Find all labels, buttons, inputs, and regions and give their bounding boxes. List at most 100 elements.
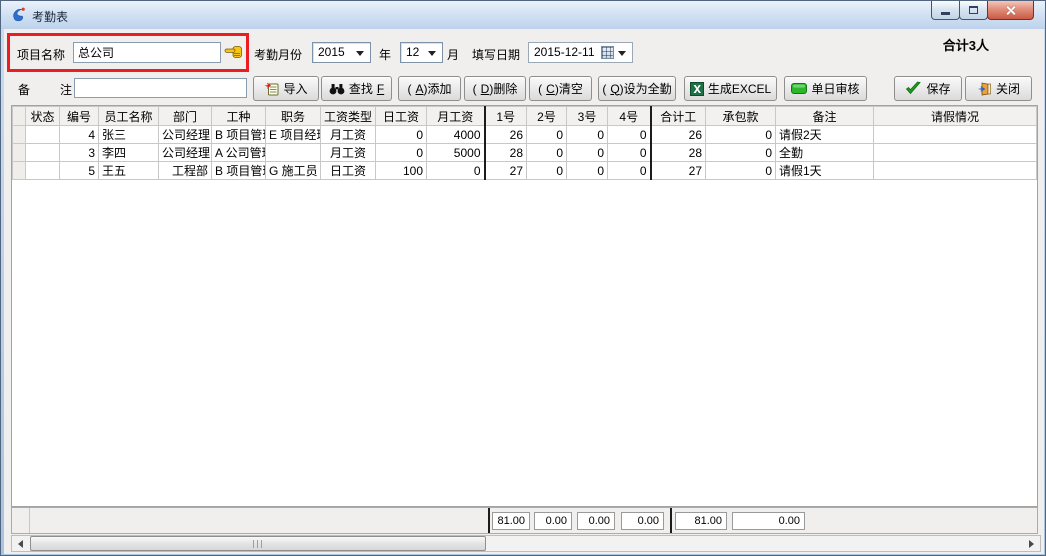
cell[interactable]: 0: [567, 126, 608, 144]
column-header[interactable]: 编号: [60, 107, 99, 126]
cell[interactable]: [26, 144, 60, 162]
cell[interactable]: 王五: [99, 162, 159, 180]
cell[interactable]: A 公司管理: [212, 144, 266, 162]
column-header[interactable]: 状态: [26, 107, 60, 126]
cell[interactable]: 3: [60, 144, 99, 162]
row-selector[interactable]: [13, 162, 26, 180]
column-header[interactable]: 工资类型: [321, 107, 376, 126]
column-header[interactable]: 日工资: [376, 107, 427, 126]
cell[interactable]: 公司经理: [159, 144, 212, 162]
column-header[interactable]: 部门: [159, 107, 212, 126]
import-button[interactable]: 导入: [253, 76, 319, 101]
cell[interactable]: 工程部: [159, 162, 212, 180]
maximize-button[interactable]: [959, 1, 988, 20]
cell[interactable]: [26, 126, 60, 144]
attendance-grid[interactable]: 状态编号员工名称部门工种职务工资类型日工资月工资1号2号3号4号合计工承包款备注…: [11, 105, 1038, 507]
cell[interactable]: 全勤: [776, 144, 874, 162]
cell[interactable]: 27: [485, 162, 527, 180]
column-header[interactable]: 2号: [527, 107, 567, 126]
cell[interactable]: 0: [706, 144, 776, 162]
cell[interactable]: [874, 162, 1037, 180]
cell[interactable]: 4000: [427, 126, 485, 144]
row-selector[interactable]: [13, 126, 26, 144]
cell[interactable]: 100: [376, 162, 427, 180]
column-header[interactable]: 1号: [485, 107, 527, 126]
column-header[interactable]: 3号: [567, 107, 608, 126]
cell[interactable]: 公司经理: [159, 126, 212, 144]
column-header[interactable]: 工种: [212, 107, 266, 126]
cell[interactable]: B 项目管理: [212, 126, 266, 144]
cell[interactable]: 0: [567, 144, 608, 162]
column-header[interactable]: 合计工: [651, 107, 706, 126]
cell[interactable]: 月工资: [321, 144, 376, 162]
note-input[interactable]: [74, 78, 247, 98]
chevron-down-icon[interactable]: [356, 51, 364, 56]
cell[interactable]: 请假1天: [776, 162, 874, 180]
chevron-down-icon[interactable]: [618, 51, 626, 56]
cell[interactable]: 0: [706, 126, 776, 144]
cell[interactable]: [26, 162, 60, 180]
calendar-icon[interactable]: [601, 46, 614, 59]
find-button[interactable]: 查找F: [321, 76, 392, 101]
cell[interactable]: G 施工员: [266, 162, 321, 180]
minimize-button[interactable]: [931, 1, 960, 20]
cell[interactable]: 日工资: [321, 162, 376, 180]
daily-audit-button[interactable]: 单日审核: [784, 76, 867, 101]
cell[interactable]: E 项目经理: [266, 126, 321, 144]
column-header[interactable]: 备注: [776, 107, 874, 126]
title-bar[interactable]: 考勤表: [1, 1, 1045, 29]
column-header[interactable]: 请假情况: [874, 107, 1037, 126]
scroll-right-button[interactable]: [1023, 536, 1040, 551]
year-select[interactable]: 2015: [312, 42, 371, 63]
cell[interactable]: 28: [485, 144, 527, 162]
cell[interactable]: 5000: [427, 144, 485, 162]
fill-date-picker[interactable]: 2015-12-11: [528, 42, 633, 63]
table-row[interactable]: 4张三公司经理B 项目管理E 项目经理月工资0400026000260请假2天: [13, 126, 1037, 144]
cell[interactable]: 0: [376, 144, 427, 162]
save-button[interactable]: 保存: [894, 76, 962, 101]
chevron-down-icon[interactable]: [428, 51, 436, 56]
cell[interactable]: 4: [60, 126, 99, 144]
cell[interactable]: 0: [527, 126, 567, 144]
set-full-attendance-button[interactable]: (Q)设为全勤: [598, 76, 676, 101]
cell[interactable]: 26: [651, 126, 706, 144]
row-selector[interactable]: [13, 144, 26, 162]
cell[interactable]: 0: [527, 144, 567, 162]
cell[interactable]: 0: [608, 126, 651, 144]
cell[interactable]: 0: [527, 162, 567, 180]
cell[interactable]: [874, 144, 1037, 162]
cell[interactable]: 27: [651, 162, 706, 180]
column-header[interactable]: 员工名称: [99, 107, 159, 126]
project-picker-hand-icon[interactable]: [224, 44, 243, 59]
close-window-button[interactable]: [987, 1, 1034, 20]
column-header[interactable]: 承包款: [706, 107, 776, 126]
cell[interactable]: 月工资: [321, 126, 376, 144]
cell[interactable]: B 项目管理: [212, 162, 266, 180]
table-row[interactable]: 5王五工程部B 项目管理G 施工员日工资100027000270请假1天: [13, 162, 1037, 180]
cell[interactable]: 李四: [99, 144, 159, 162]
project-name-input[interactable]: [73, 42, 221, 63]
horizontal-scrollbar[interactable]: [11, 535, 1041, 552]
cell[interactable]: 0: [427, 162, 485, 180]
close-button[interactable]: 关闭: [965, 76, 1032, 101]
cell[interactable]: 请假2天: [776, 126, 874, 144]
delete-button[interactable]: (D)删除: [464, 76, 526, 101]
add-button[interactable]: (A)添加: [398, 76, 461, 101]
cell[interactable]: 26: [485, 126, 527, 144]
cell[interactable]: [266, 144, 321, 162]
generate-excel-button[interactable]: 生成EXCEL: [684, 76, 777, 101]
column-header[interactable]: 职务: [266, 107, 321, 126]
cell[interactable]: 0: [608, 162, 651, 180]
clear-button[interactable]: (C)清空: [529, 76, 592, 101]
cell[interactable]: 0: [706, 162, 776, 180]
cell[interactable]: 0: [567, 162, 608, 180]
column-header[interactable]: 月工资: [427, 107, 485, 126]
scrollbar-thumb[interactable]: [30, 536, 486, 551]
column-header[interactable]: 4号: [608, 107, 651, 126]
cell[interactable]: 28: [651, 144, 706, 162]
cell[interactable]: 0: [376, 126, 427, 144]
cell[interactable]: [874, 126, 1037, 144]
cell[interactable]: 张三: [99, 126, 159, 144]
scroll-left-button[interactable]: [12, 536, 29, 551]
month-select[interactable]: 12: [400, 42, 443, 63]
